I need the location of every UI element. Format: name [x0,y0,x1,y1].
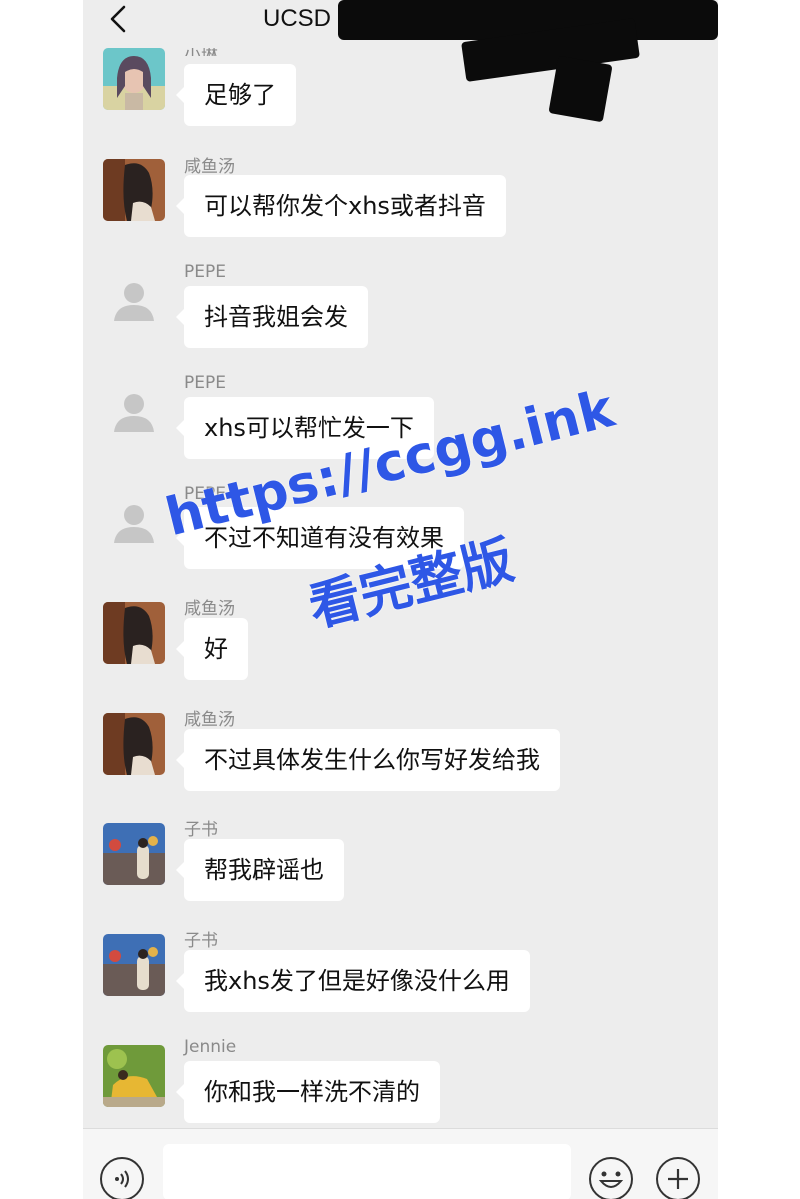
sender-name: 咸鱼汤 [184,710,235,730]
sender-name: 子书 [184,820,218,840]
sender-name: 咸鱼汤 [184,157,235,177]
message-bubble[interactable]: 帮我辟谣也 [176,839,344,901]
default-avatar-icon[interactable] [103,381,165,443]
sender-name: PEPE [184,262,226,282]
message-bubble[interactable]: 不过具体发生什么你写好发给我 [176,729,560,791]
back-button[interactable] [103,4,133,34]
plus-icon [668,1169,688,1189]
sender-name: 子书 [184,931,218,951]
sender-name: PEPE [184,373,226,393]
sender-name: Jennie [184,1037,237,1057]
avatar[interactable] [103,602,165,664]
emoji-button[interactable] [589,1157,633,1199]
message-bubble[interactable]: 足够了 [176,64,296,126]
plus-button[interactable] [656,1157,700,1199]
message-bubble[interactable]: xhs可以帮忙发一下 [176,397,434,459]
avatar[interactable] [103,159,165,221]
avatar[interactable] [103,48,165,110]
chat-title: UCSD [263,5,332,32]
sender-name: PEPE [184,484,226,504]
input-bar [83,1128,718,1199]
chat-screen: 小琳 足够了 咸鱼汤 可以帮你发个xhs或者抖音 PEPE 抖音我姐会发 PEP… [83,0,718,1199]
avatar[interactable] [103,1045,165,1107]
avatar[interactable] [103,823,165,885]
message-bubble[interactable]: 抖音我姐会发 [176,286,368,348]
message-bubble[interactable]: 你和我一样洗不清的 [176,1061,440,1123]
voice-button[interactable] [100,1157,144,1199]
avatar[interactable] [103,713,165,775]
avatar[interactable] [103,934,165,996]
message-input[interactable] [163,1144,571,1199]
default-avatar-icon[interactable] [103,270,165,332]
chevron-left-icon [110,5,126,33]
message-bubble[interactable]: 可以帮你发个xhs或者抖音 [176,175,506,237]
sender-name: 咸鱼汤 [184,599,235,619]
default-avatar-icon[interactable] [103,492,165,554]
message-bubble[interactable]: 不过不知道有没有效果 [176,507,464,569]
emoji-icon [598,1171,624,1188]
message-bubble[interactable]: 我xhs发了但是好像没什么用 [176,950,530,1012]
message-bubble[interactable]: 好 [176,618,248,680]
voice-icon [115,1170,129,1188]
redaction-mark [548,55,613,123]
